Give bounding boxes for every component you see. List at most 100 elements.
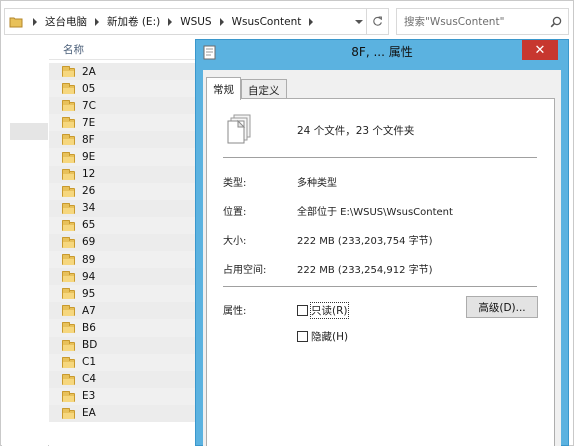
address-history-dropdown[interactable]: [350, 9, 366, 34]
file-row[interactable]: C4: [49, 370, 195, 388]
dialog-title: 8F, ... 属性: [351, 45, 413, 59]
type-label: 类型:: [223, 178, 247, 189]
dialog-title-bar[interactable]: 8F, ... 属性 ✕: [196, 40, 568, 65]
file-row[interactable]: E3: [49, 387, 195, 405]
file-name: 65: [82, 219, 96, 232]
file-name: E3: [82, 390, 96, 403]
explorer-window: 这台电脑 新加卷 (E:) WSUS WsusContent 搜索"WsusCo…: [0, 0, 574, 446]
folder-icon: [62, 236, 76, 248]
general-panel: 24 个文件，23 个文件夹 类型: 多种类型 位置: 全部位于 E:\WSUS…: [206, 98, 555, 446]
file-row[interactable]: 7C: [49, 97, 195, 115]
folder-icon: [5, 9, 27, 34]
address-row: 这台电脑 新加卷 (E:) WSUS WsusContent: [4, 8, 569, 35]
search-box[interactable]: [396, 8, 569, 35]
file-row[interactable]: 12: [49, 165, 195, 183]
file-row[interactable]: 9E: [49, 148, 195, 166]
file-row[interactable]: 8F: [49, 131, 195, 149]
file-name: 94: [82, 270, 96, 283]
file-row[interactable]: EA: [49, 404, 195, 422]
file-row[interactable]: 94: [49, 268, 195, 286]
search-icon[interactable]: [544, 9, 568, 34]
properties-dialog: 8F, ... 属性 ✕ 常规 自定义 24 个文件，23 个文件夹 类型: 多…: [195, 39, 569, 446]
breadcrumb-volume-e[interactable]: 新加卷 (E:): [105, 9, 162, 34]
tab-custom[interactable]: 自定义: [241, 79, 287, 100]
file-name: C4: [82, 373, 97, 386]
file-row[interactable]: 95: [49, 285, 195, 303]
file-name: 2A: [82, 65, 96, 78]
hidden-label[interactable]: 隐藏(H): [311, 329, 348, 344]
file-name: 34: [82, 202, 96, 215]
file-row[interactable]: 7E: [49, 114, 195, 132]
size-on-disk-label: 占用空间:: [223, 265, 267, 276]
refresh-button[interactable]: [366, 9, 388, 34]
tab-general[interactable]: 常规: [206, 77, 241, 100]
folder-icon: [62, 168, 76, 180]
folder-icon: [62, 305, 76, 317]
file-row[interactable]: A7: [49, 302, 195, 320]
address-bar[interactable]: 这台电脑 新加卷 (E:) WSUS WsusContent: [4, 8, 389, 35]
search-input[interactable]: [397, 9, 544, 34]
file-name: 69: [82, 236, 96, 249]
folder-icon: [62, 151, 76, 163]
advanced-button[interactable]: 高级(D)...: [466, 296, 538, 318]
location-label: 位置:: [223, 207, 247, 218]
file-row[interactable]: 34: [49, 199, 195, 217]
file-row[interactable]: 2A: [49, 63, 195, 81]
file-row[interactable]: 69: [49, 233, 195, 252]
file-row[interactable]: C1: [49, 353, 195, 371]
file-name: B6: [82, 321, 96, 334]
readonly-checkbox[interactable]: [297, 305, 308, 316]
breadcrumb-separator-icon[interactable]: [219, 17, 224, 26]
size-value: 222 MB (233,203,754 字节): [297, 236, 433, 247]
readonly-checkbox-row[interactable]: 只读(R): [297, 302, 349, 319]
hidden-checkbox-row[interactable]: 隐藏(H): [297, 329, 348, 344]
file-name: 9E: [82, 151, 96, 164]
breadcrumb-separator-icon[interactable]: [95, 17, 99, 26]
breadcrumb-wsuscontent[interactable]: WsusContent: [230, 9, 304, 34]
breadcrumb-separator-icon[interactable]: [33, 17, 37, 26]
readonly-label[interactable]: 只读(R): [310, 302, 349, 319]
breadcrumb-separator-icon[interactable]: [309, 17, 314, 26]
breadcrumb-separator-icon[interactable]: [168, 17, 173, 26]
folder-icon: [62, 100, 76, 112]
file-row[interactable]: 05: [49, 80, 195, 98]
file-name: EA: [82, 407, 96, 420]
folder-icon: [62, 83, 76, 95]
file-row[interactable]: B6: [49, 319, 195, 337]
folder-icon: [62, 356, 76, 368]
file-row[interactable]: 65: [49, 216, 195, 234]
separator: [223, 286, 537, 287]
file-name: 89: [82, 253, 96, 266]
size-on-disk-value: 222 MB (233,254,912 字节): [297, 265, 433, 276]
file-list[interactable]: 名称 2A 05 7C 7E 8F 9E 12 26 34 65 69 89 94 95 A7 B6 BD C1 C…: [49, 39, 195, 446]
folder-icon: [62, 202, 76, 214]
hidden-checkbox[interactable]: [297, 331, 308, 342]
file-rows: 2A 05 7C 7E 8F 9E 12 26 34 65 69 89 94 95 A7 B6 BD C1 C4 E3…: [49, 63, 195, 422]
folder-icon: [62, 134, 76, 146]
file-row[interactable]: 89: [49, 251, 195, 269]
file-name: 12: [82, 168, 96, 181]
breadcrumb-this-pc[interactable]: 这台电脑: [43, 9, 89, 34]
folder-icon: [62, 66, 76, 78]
file-row[interactable]: BD: [49, 336, 195, 354]
folder-icon: [62, 117, 76, 129]
folder-icon: [62, 407, 76, 419]
navigation-pane[interactable]: [2, 39, 48, 446]
file-name: 8F: [82, 133, 95, 146]
file-name: 05: [82, 82, 96, 95]
dialog-client-area: 常规 自定义 24 个文件，23 个文件夹 类型: 多种类型 位置: 全部位于 …: [203, 70, 561, 446]
file-row[interactable]: 26: [49, 182, 195, 200]
multiple-files-icon: [225, 113, 253, 147]
close-button[interactable]: ✕: [522, 40, 558, 60]
folder-icon: [62, 373, 76, 385]
chevron-down-icon: [354, 19, 363, 24]
folder-icon: [62, 254, 76, 266]
breadcrumb-wsus[interactable]: WSUS: [178, 9, 213, 34]
file-name: 26: [82, 185, 96, 198]
folder-icon: [62, 339, 76, 351]
nav-selected-item[interactable]: [10, 123, 48, 140]
refresh-icon: [373, 16, 382, 26]
column-header-name[interactable]: 名称: [49, 39, 195, 60]
file-name: 7E: [82, 116, 96, 129]
file-name: 95: [82, 287, 96, 300]
